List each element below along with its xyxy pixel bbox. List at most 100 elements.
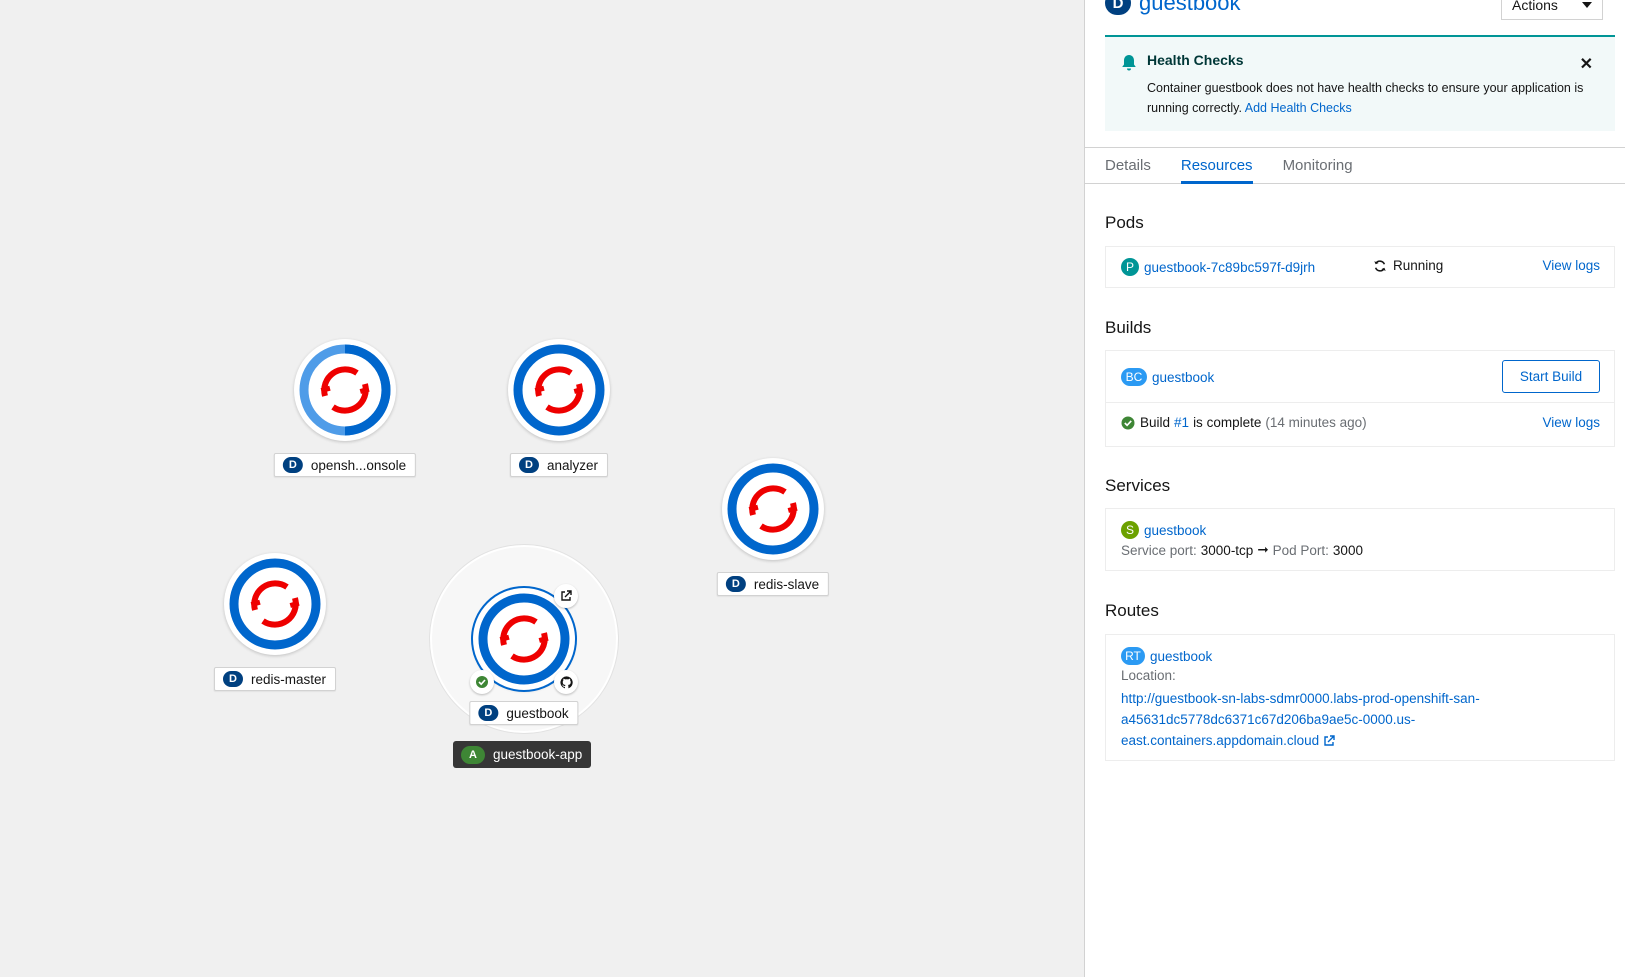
node-label[interactable]: D guestbook: [469, 701, 579, 725]
build-config-link[interactable]: guestbook: [1152, 370, 1214, 385]
actions-label: Actions: [1512, 0, 1558, 13]
deployment-badge: D: [518, 457, 539, 473]
service-link[interactable]: guestbook: [1144, 523, 1206, 538]
alert-body: Container guestbook does not have health…: [1147, 78, 1592, 118]
route-url-line-1[interactable]: http://guestbook-sn-labs-sdmr0000.labs-p…: [1121, 688, 1480, 709]
route-location-label: Location:: [1121, 668, 1176, 683]
build-config-row: BC guestbook: [1121, 368, 1214, 386]
divider: [1106, 402, 1614, 403]
node-label-text: redis-master: [250, 671, 327, 687]
application-label-text: guestbook-app: [493, 747, 583, 762]
services-heading: Services: [1105, 476, 1171, 495]
deployment-donut-icon: [229, 558, 321, 650]
pod-row: P guestbook-7c89bc597f-d9jrh: [1121, 258, 1315, 276]
service-badge: S: [1121, 521, 1139, 539]
pod-badge: P: [1121, 258, 1139, 276]
caret-down-icon: [1582, 1, 1592, 8]
open-url-decorator[interactable]: [554, 584, 578, 608]
routes-card: RT guestbook Location: http://guestbook-…: [1105, 634, 1615, 761]
add-health-checks-link[interactable]: Add Health Checks: [1245, 101, 1352, 115]
build-time: (14 minutes ago): [1265, 415, 1367, 430]
deployment-badge: D: [222, 671, 243, 687]
route-url-line-3[interactable]: east.containers.appdomain.cloud: [1121, 730, 1319, 751]
node-label[interactable]: D opensh...onsole: [273, 453, 417, 477]
check-circle-icon: [1121, 416, 1135, 430]
close-icon[interactable]: ✕: [1580, 54, 1593, 74]
build-logs: View logs: [1542, 415, 1600, 430]
deployment-badge: D: [282, 457, 303, 473]
build-status-decorator[interactable]: [470, 670, 494, 694]
node-circle[interactable]: [508, 339, 610, 441]
alert-title: Health Checks: [1147, 52, 1244, 68]
deployment-badge: D: [478, 705, 499, 721]
pod-port-label: Pod Port:: [1272, 542, 1329, 558]
node-label-text: opensh...onsole: [310, 457, 407, 473]
build-prefix: Build: [1140, 415, 1171, 430]
route-link[interactable]: guestbook: [1150, 649, 1212, 664]
topology-canvas[interactable]: D opensh...onsole D analyzer D redis-sla…: [0, 0, 1084, 977]
node-circle[interactable]: [722, 458, 824, 560]
external-link-icon: [561, 590, 572, 601]
service-row: S guestbook: [1121, 521, 1206, 539]
tab-monitoring[interactable]: Monitoring: [1283, 148, 1353, 184]
node-label[interactable]: D redis-master: [213, 667, 337, 691]
pods-heading: Pods: [1105, 213, 1144, 232]
pod-view-logs-link[interactable]: View logs: [1542, 258, 1600, 273]
node-label[interactable]: D redis-slave: [716, 572, 830, 596]
node-label-text: guestbook: [506, 705, 569, 721]
panel-title: D guestbook: [1105, 0, 1241, 16]
node-label[interactable]: D analyzer: [509, 453, 609, 477]
deployment-badge: D: [725, 576, 746, 592]
tab-details[interactable]: Details: [1105, 148, 1151, 184]
health-checks-alert: Health Checks Container guestbook does n…: [1105, 35, 1615, 131]
application-badge: A: [461, 745, 485, 764]
node-label-text: redis-slave: [753, 576, 820, 592]
node-circle[interactable]: [294, 339, 396, 441]
builds-card: BC guestbook Start Build Build #1 is com…: [1105, 350, 1615, 447]
pod-status-text: Running: [1393, 258, 1444, 273]
node-circle[interactable]: [224, 553, 326, 655]
application-label[interactable]: A guestbook-app: [453, 741, 592, 768]
deployment-badge: D: [1105, 0, 1131, 15]
resource-title-link[interactable]: guestbook: [1139, 0, 1241, 16]
route-badge: RT: [1121, 647, 1145, 665]
pod-logs: View logs: [1542, 258, 1600, 273]
build-status-text: is complete: [1193, 415, 1262, 430]
routes-heading: Routes: [1105, 601, 1159, 620]
source-code-decorator[interactable]: [554, 670, 578, 694]
route-url-line-3-wrap[interactable]: east.containers.appdomain.cloud: [1121, 730, 1480, 751]
start-build-button[interactable]: Start Build: [1502, 360, 1600, 393]
deployment-donut-icon: [299, 344, 391, 436]
route-url[interactable]: http://guestbook-sn-labs-sdmr0000.labs-p…: [1121, 688, 1480, 751]
build-number-link[interactable]: #1: [1174, 415, 1189, 430]
bell-icon: [1121, 54, 1137, 77]
resource-side-panel: D guestbook Actions Health Checks Contai…: [1084, 0, 1625, 977]
service-port-value: 3000-tcp: [1200, 542, 1254, 558]
build-view-logs-link[interactable]: View logs: [1542, 415, 1600, 430]
build-row: Build #1 is complete (14 minutes ago): [1121, 415, 1367, 430]
build-config-badge: BC: [1121, 368, 1147, 386]
check-circle-icon: [476, 676, 488, 688]
route-row: RT guestbook: [1121, 647, 1212, 665]
service-port-label: Service port:: [1121, 542, 1197, 558]
github-icon: [559, 675, 573, 688]
deployment-donut-icon: [513, 344, 605, 436]
pod-port-value: 3000: [1332, 542, 1363, 558]
pod-status: Running: [1373, 258, 1443, 273]
arrow-right-icon: ➞: [1257, 542, 1269, 557]
sync-icon: [1373, 259, 1387, 273]
service-ports: Service port: 3000-tcp ➞ Pod Port: 3000: [1121, 542, 1363, 558]
deployment-donut-icon: [727, 463, 819, 555]
external-link-icon[interactable]: [1323, 734, 1335, 747]
actions-dropdown[interactable]: Actions: [1501, 0, 1603, 20]
tab-resources[interactable]: Resources: [1180, 148, 1253, 184]
node-label-text: analyzer: [546, 457, 599, 473]
pod-name-link[interactable]: guestbook-7c89bc597f-d9jrh: [1144, 260, 1315, 275]
panel-header: D guestbook Actions: [1105, 0, 1615, 20]
alert-body-text: Container guestbook does not have health…: [1147, 81, 1584, 115]
builds-heading: Builds: [1105, 318, 1152, 337]
route-url-line-2[interactable]: a45631dc5778dc6371c67d206ba9ae5c-0000.us…: [1121, 709, 1480, 730]
pods-card: P guestbook-7c89bc597f-d9jrh Running Vie…: [1105, 246, 1615, 288]
panel-tabs: Details Resources Monitoring: [1085, 147, 1625, 184]
services-card: S guestbook Service port: 3000-tcp ➞ Pod…: [1105, 508, 1615, 571]
